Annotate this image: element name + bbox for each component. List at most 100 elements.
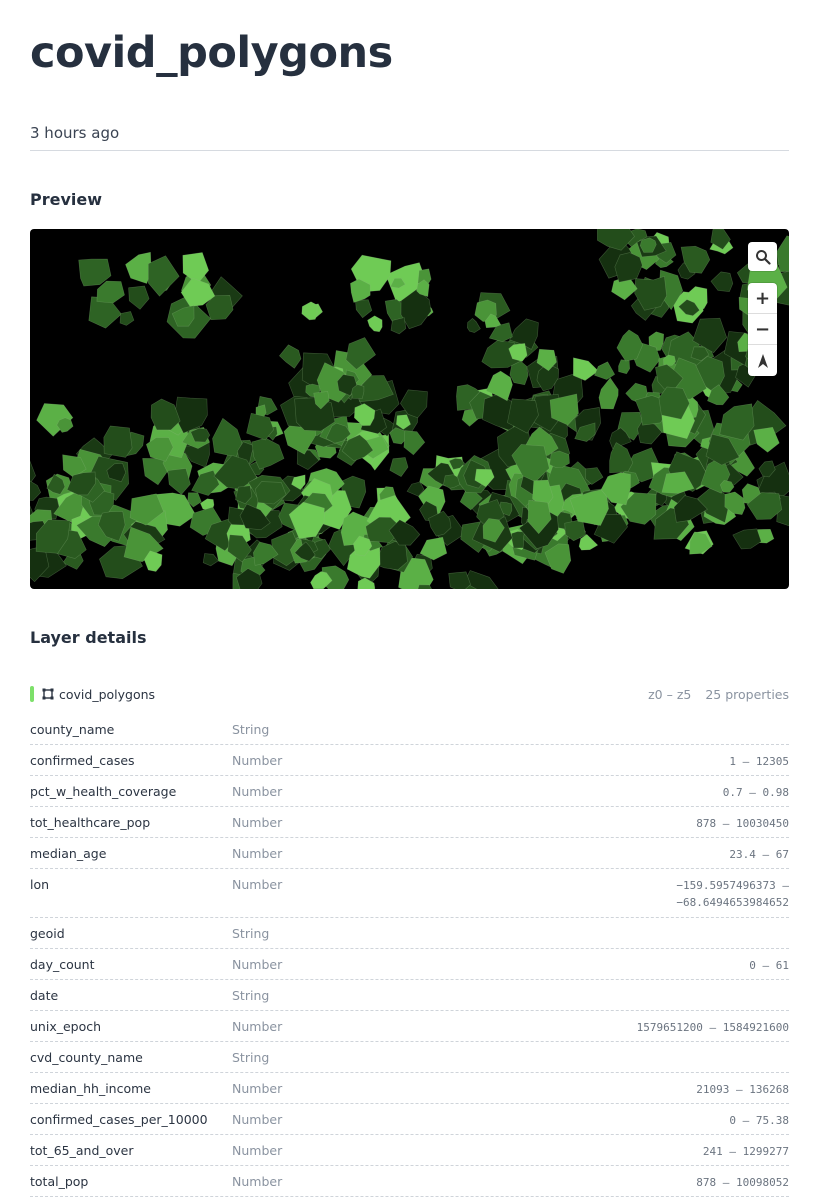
property-type: Number bbox=[232, 1019, 283, 1034]
layer-details-heading: Layer details bbox=[30, 628, 147, 647]
zoom-out-button[interactable]: − bbox=[748, 314, 777, 345]
property-type: String bbox=[232, 926, 270, 941]
property-name: total_pop bbox=[30, 1174, 89, 1189]
property-range: 0.7 – 0.98 bbox=[432, 784, 789, 806]
county-polygon bbox=[403, 430, 426, 456]
property-type: Number bbox=[232, 1081, 283, 1096]
property-range-text: 0 – 61 bbox=[749, 959, 789, 972]
layer-meta: z0 – z5 25 properties bbox=[638, 687, 789, 702]
map-preview[interactable]: + − bbox=[30, 229, 789, 589]
county-polygon bbox=[202, 553, 219, 567]
property-type: Number bbox=[232, 957, 283, 972]
table-row: confirmed_cases Number 1 – 12305 bbox=[30, 745, 789, 776]
property-name: confirmed_cases bbox=[30, 753, 135, 768]
property-type: Number bbox=[232, 784, 283, 799]
table-row: tot_65_and_over Number 241 – 1299277 bbox=[30, 1135, 789, 1166]
county-polygon bbox=[710, 271, 734, 292]
layer-color-swatch bbox=[30, 686, 34, 702]
property-type: String bbox=[232, 1050, 270, 1065]
polygon-icon bbox=[42, 688, 54, 700]
county-polygon bbox=[103, 425, 133, 458]
property-type: Number bbox=[232, 1143, 283, 1158]
table-row: confirmed_cases_per_10000 Number 0 – 75.38 bbox=[30, 1104, 789, 1135]
county-polygon bbox=[598, 377, 619, 410]
search-icon bbox=[755, 249, 771, 265]
county-polygon bbox=[572, 357, 599, 381]
layer-zoom-range: z0 – z5 bbox=[648, 686, 692, 702]
updated-timestamp: 3 hours ago bbox=[30, 124, 120, 142]
page-title: covid_polygons bbox=[30, 28, 393, 78]
property-range: 0 – 75.38 bbox=[432, 1112, 789, 1134]
dataset-page: covid_polygons 3 hours ago Preview + − L… bbox=[0, 0, 829, 1198]
property-type: Number bbox=[232, 815, 283, 830]
table-row: cvd_county_name String bbox=[30, 1042, 789, 1073]
county-polygon bbox=[618, 359, 631, 375]
table-row: lon Number −159.5957496373 – −68.6494653984… bbox=[30, 869, 789, 918]
property-range-text: 23.4 – 67 bbox=[729, 848, 789, 861]
county-polygon bbox=[417, 584, 432, 589]
compass-button[interactable] bbox=[748, 345, 777, 376]
county-polygon bbox=[776, 235, 789, 273]
property-range: −159.5957496373 – −68.6494653984652 bbox=[432, 877, 789, 917]
county-polygon bbox=[466, 318, 481, 333]
county-polygon bbox=[594, 361, 616, 380]
table-row: tot_healthcare_pop Number 878 – 10030450 bbox=[30, 807, 789, 838]
property-name: confirmed_cases_per_10000 bbox=[30, 1112, 208, 1127]
table-row: total_pop Number 878 – 10098052 bbox=[30, 1166, 789, 1197]
table-row: median_hh_income Number 21093 – 136268 bbox=[30, 1073, 789, 1104]
layer-name: covid_polygons bbox=[59, 686, 156, 702]
preview-heading: Preview bbox=[30, 190, 103, 209]
county-polygon bbox=[128, 285, 150, 310]
table-row: date String bbox=[30, 980, 789, 1011]
table-row: median_age Number 23.4 – 67 bbox=[30, 838, 789, 869]
table-row: day_count Number 0 – 61 bbox=[30, 949, 789, 980]
property-range bbox=[432, 988, 789, 1010]
property-name: day_count bbox=[30, 957, 95, 972]
property-range bbox=[432, 926, 789, 948]
property-range-text: 878 – 10098052 bbox=[696, 1176, 789, 1189]
property-range-text: −159.5957496373 – bbox=[676, 879, 789, 892]
table-row: geoid String bbox=[30, 918, 789, 949]
county-polygon bbox=[148, 255, 180, 297]
zoom-in-button[interactable]: + bbox=[748, 283, 777, 314]
property-range-text: 878 – 10030450 bbox=[696, 817, 789, 830]
layer-header: covid_polygons z0 – z5 25 properties bbox=[30, 684, 789, 704]
property-range: 1579651200 – 1584921600 bbox=[432, 1019, 789, 1041]
compass-icon bbox=[757, 353, 768, 368]
property-range-text: 21093 – 136268 bbox=[696, 1083, 789, 1096]
divider bbox=[30, 150, 789, 151]
property-range: 21093 – 136268 bbox=[432, 1081, 789, 1103]
county-polygon bbox=[448, 571, 471, 589]
county-polygon bbox=[663, 354, 676, 366]
map-zoom-controls: + − bbox=[748, 283, 777, 376]
property-type: Number bbox=[232, 1112, 283, 1127]
county-polygon bbox=[390, 317, 407, 335]
property-type: String bbox=[232, 722, 270, 737]
county-polygon bbox=[167, 468, 191, 495]
county-polygon bbox=[30, 480, 42, 501]
property-name: tot_healthcare_pop bbox=[30, 815, 151, 830]
county-polygon bbox=[278, 344, 302, 369]
property-name: pct_w_health_coverage bbox=[30, 784, 177, 799]
map-canvas[interactable] bbox=[30, 229, 789, 589]
layer-property-count: 25 properties bbox=[705, 686, 789, 702]
county-polygon bbox=[389, 457, 409, 477]
properties-table: county_name String confirmed_cases Number 1 … bbox=[30, 714, 789, 1197]
property-type: Number bbox=[232, 877, 283, 892]
property-range: 878 – 10098052 bbox=[432, 1174, 789, 1196]
property-range-text: 1 – 12305 bbox=[729, 755, 789, 768]
property-type: Number bbox=[232, 846, 283, 861]
county-polygon bbox=[150, 398, 181, 431]
table-row: pct_w_health_coverage Number 0.7 – 0.98 bbox=[30, 776, 789, 807]
property-type: Number bbox=[232, 753, 283, 768]
county-polygon bbox=[96, 280, 125, 304]
county-polygon bbox=[597, 229, 635, 251]
county-polygon bbox=[119, 311, 135, 326]
property-range-text: 0 – 75.38 bbox=[729, 1114, 789, 1127]
property-name: county_name bbox=[30, 722, 115, 737]
property-name: geoid bbox=[30, 926, 65, 941]
property-range: 1 – 12305 bbox=[432, 753, 789, 775]
map-search-button[interactable] bbox=[748, 242, 777, 271]
property-type: String bbox=[232, 988, 270, 1003]
property-range: 0 – 61 bbox=[432, 957, 789, 979]
